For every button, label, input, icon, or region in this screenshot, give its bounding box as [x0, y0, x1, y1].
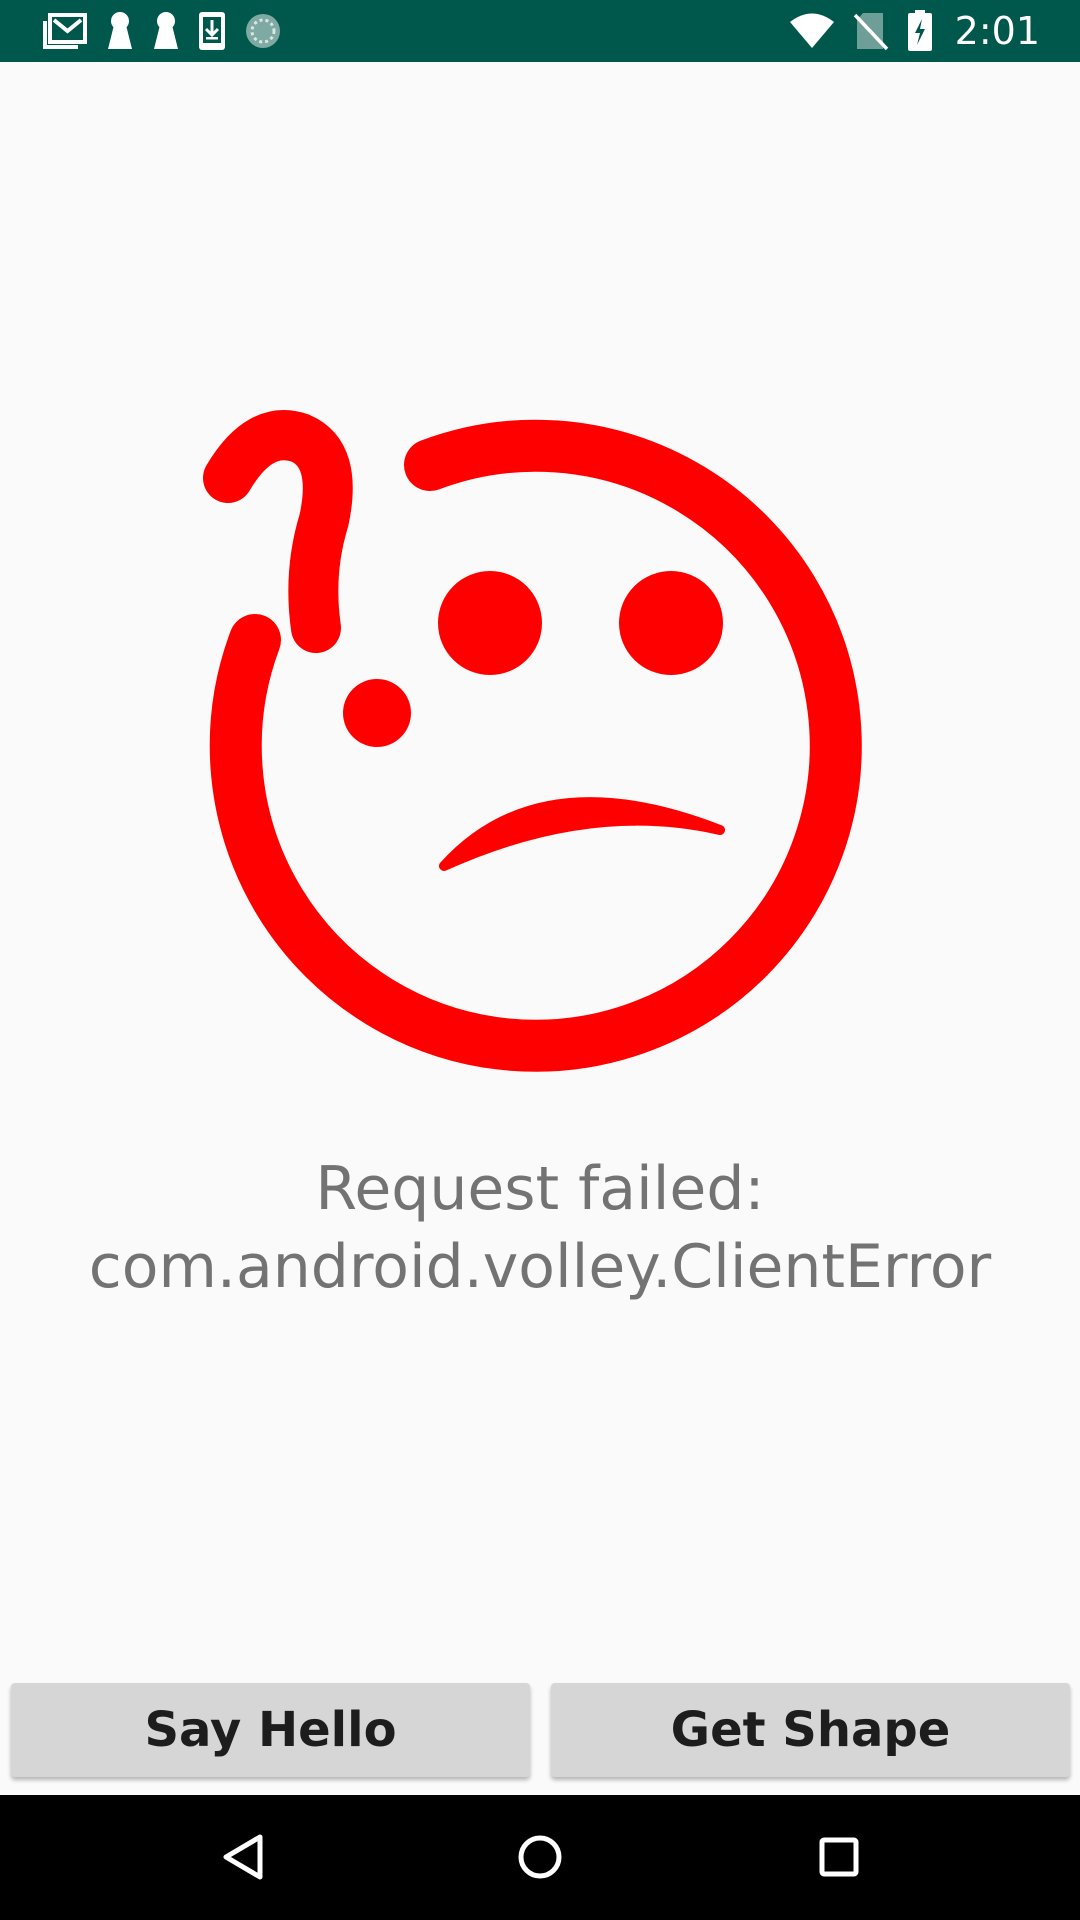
error-message-line2: com.android.volley.ClientError — [88, 1232, 992, 1302]
home-icon[interactable] — [517, 1832, 563, 1882]
error-message: Request failed: com.android.volley.Clien… — [40, 1150, 1040, 1306]
get-shape-button[interactable]: Get Shape — [551, 1683, 1070, 1777]
no-sim-icon — [853, 13, 888, 51]
error-message-line1: Request failed: — [315, 1154, 765, 1224]
keyhole-icon — [108, 12, 132, 49]
back-icon[interactable] — [220, 1832, 266, 1882]
clock: 2:01 — [954, 9, 1040, 53]
battery-charging-icon — [907, 10, 932, 51]
status-bar: 2:01 — [0, 0, 1080, 62]
sync-icon — [246, 14, 280, 48]
app-screen: 2:01 Request failed: com.android.volley.… — [0, 0, 1080, 1920]
recents-icon[interactable] — [816, 1832, 862, 1882]
confused-sad-face-icon — [203, 410, 862, 1072]
error-face-image — [200, 410, 880, 1090]
say-hello-button[interactable]: Say Hello — [11, 1683, 530, 1777]
navigation-bar — [0, 1795, 1080, 1920]
notification-icons — [42, 0, 282, 62]
wifi-icon — [789, 13, 834, 48]
keyhole-icon — [154, 12, 178, 49]
gmail-icon — [43, 13, 87, 49]
download-icon — [199, 12, 225, 50]
system-status-icons: 2:01 — [789, 0, 1040, 62]
